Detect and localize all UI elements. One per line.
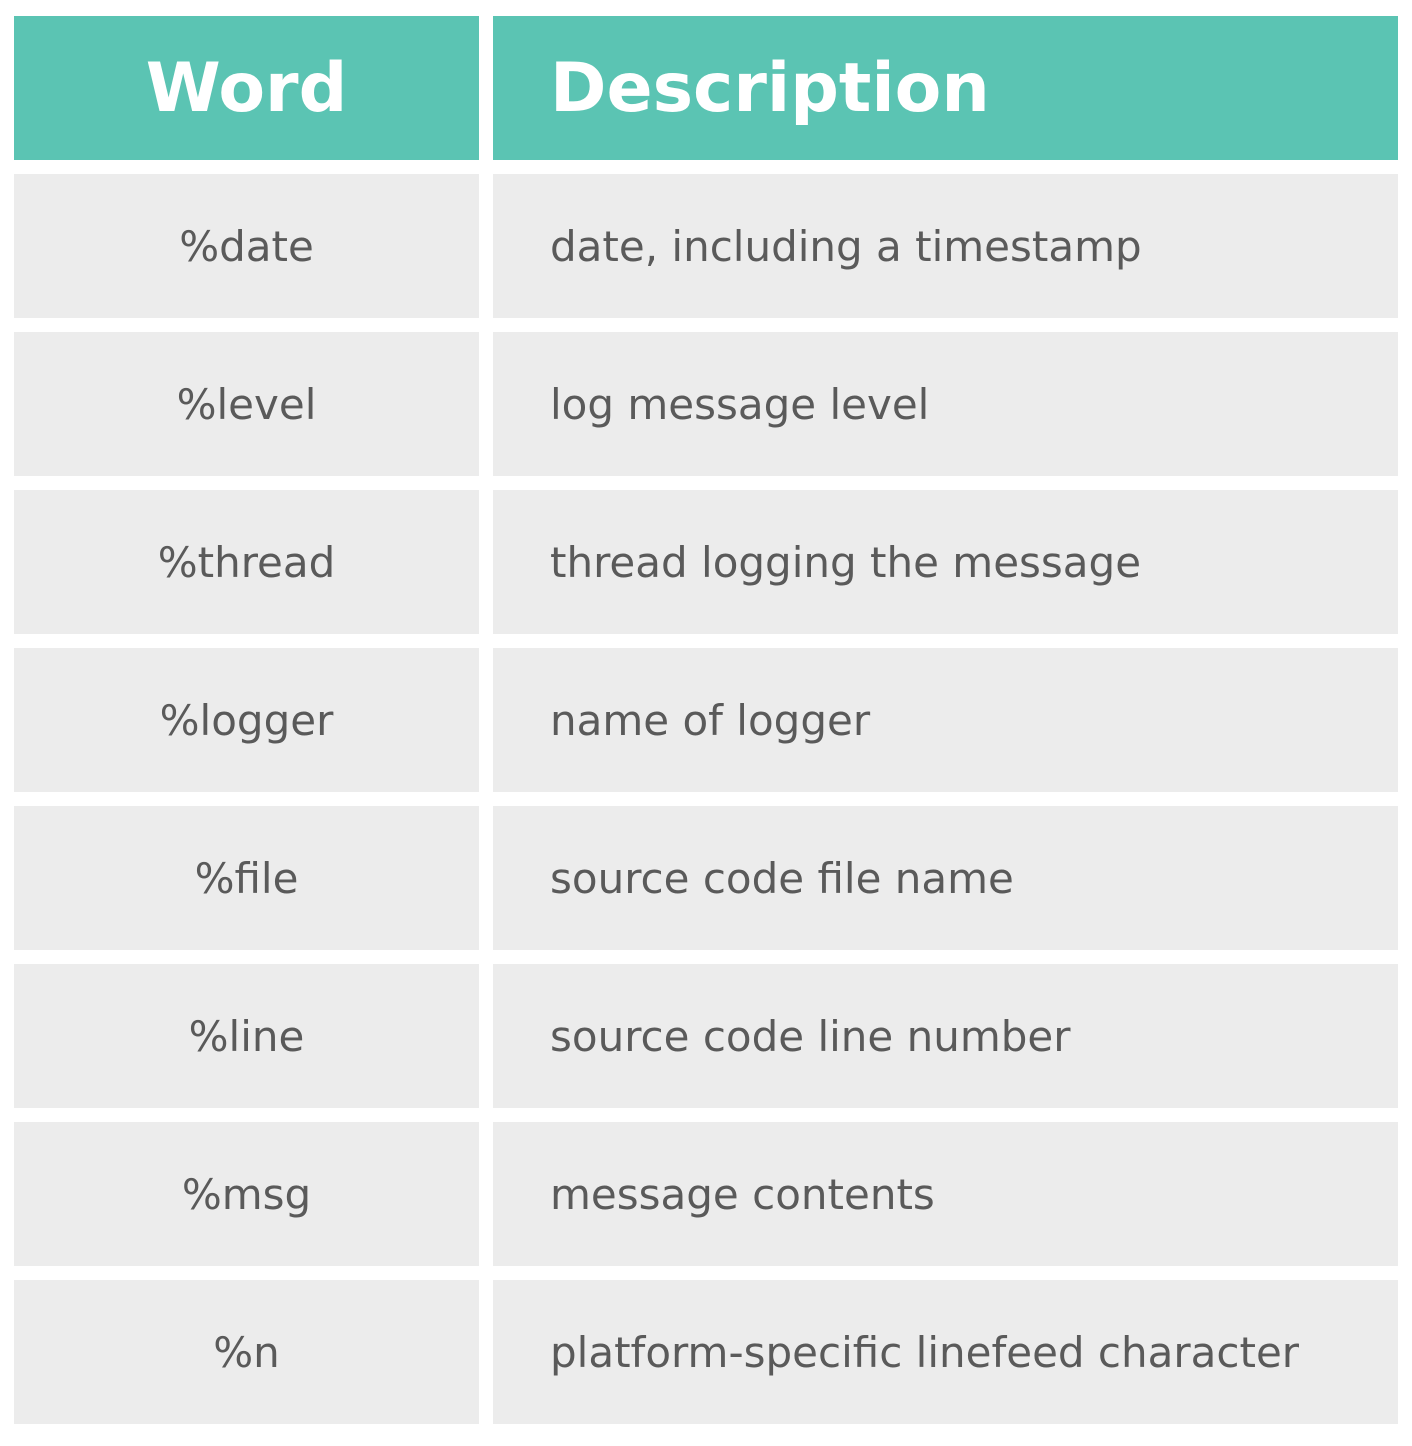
log-pattern-table: Word Description %date date, including a… — [14, 16, 1398, 1438]
table-row: %date date, including a timestamp — [14, 174, 1398, 318]
header-word: Word — [14, 16, 479, 160]
header-description: Description — [493, 16, 1398, 160]
table-row: %file source code file name — [14, 806, 1398, 950]
cell-description: date, including a timestamp — [493, 174, 1398, 318]
table-row: %logger name of logger — [14, 648, 1398, 792]
cell-word: %msg — [14, 1122, 479, 1266]
cell-word: %file — [14, 806, 479, 950]
cell-description: source code file name — [493, 806, 1398, 950]
cell-description: source code line number — [493, 964, 1398, 1108]
cell-word: %date — [14, 174, 479, 318]
cell-word: %line — [14, 964, 479, 1108]
cell-word: %level — [14, 332, 479, 476]
cell-description: name of logger — [493, 648, 1398, 792]
table-header: Word Description — [14, 16, 1398, 160]
cell-word: %n — [14, 1280, 479, 1424]
table-row: %level log message level — [14, 332, 1398, 476]
cell-word: %thread — [14, 490, 479, 634]
cell-description: thread logging the message — [493, 490, 1398, 634]
cell-description: log message level — [493, 332, 1398, 476]
cell-description: message contents — [493, 1122, 1398, 1266]
table-row: %thread thread logging the message — [14, 490, 1398, 634]
cell-word: %logger — [14, 648, 479, 792]
cell-description: platform-specific linefeed character — [493, 1280, 1398, 1424]
table-row: %msg message contents — [14, 1122, 1398, 1266]
table-row: %n platform-specific linefeed character — [14, 1280, 1398, 1424]
table-row: %line source code line number — [14, 964, 1398, 1108]
